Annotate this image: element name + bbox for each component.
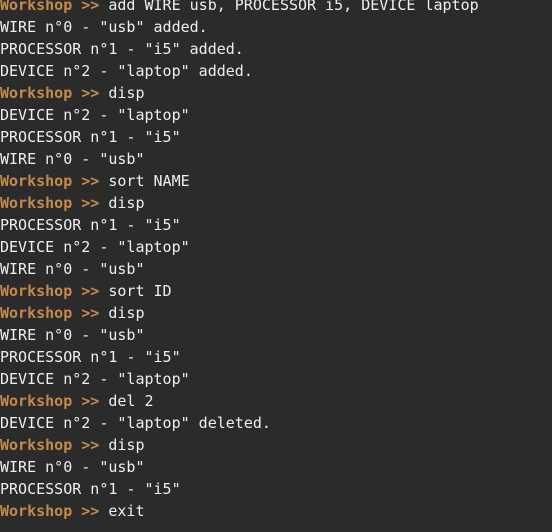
command-line: Workshop >> disp <box>0 434 479 456</box>
output-line: PROCESSOR n°1 - "i5" added. <box>0 38 479 60</box>
output-line: PROCESSOR n°1 - "i5" <box>0 126 479 148</box>
shell-prompt: Workshop >> <box>0 84 109 102</box>
output-text: WIRE n°0 - "usb" <box>0 150 145 168</box>
output-text: PROCESSOR n°1 - "i5" <box>0 480 181 498</box>
command-text: disp <box>108 436 145 454</box>
output-text: WIRE n°0 - "usb" added. <box>0 18 208 36</box>
output-line: WIRE n°0 - "usb" <box>0 324 479 346</box>
command-line: Workshop >> sort ID <box>0 280 479 302</box>
output-text: DEVICE n°2 - "laptop" deleted. <box>0 414 271 432</box>
shell-prompt: Workshop >> <box>0 502 109 520</box>
shell-prompt: Workshop >> <box>0 436 109 454</box>
output-text: WIRE n°0 - "usb" <box>0 458 145 476</box>
output-text: PROCESSOR n°1 - "i5" <box>0 216 181 234</box>
output-line: PROCESSOR n°1 - "i5" <box>0 214 479 236</box>
command-text: exit <box>108 502 145 520</box>
command-line: Workshop >> disp <box>0 82 479 104</box>
output-text: PROCESSOR n°1 - "i5" added. <box>0 40 244 58</box>
command-line: Workshop >> exit <box>0 500 479 522</box>
shell-prompt: Workshop >> <box>0 0 109 14</box>
output-line: DEVICE n°2 - "laptop" <box>0 368 479 390</box>
command-text: sort NAME <box>108 172 190 190</box>
output-line: PROCESSOR n°1 - "i5" <box>0 478 479 500</box>
output-line: DEVICE n°2 - "laptop" <box>0 236 479 258</box>
command-line: Workshop >> del 2 <box>0 390 479 412</box>
output-line: PROCESSOR n°1 - "i5" <box>0 346 479 368</box>
output-text: DEVICE n°2 - "laptop" <box>0 238 190 256</box>
shell-prompt: Workshop >> <box>0 194 109 212</box>
output-text: WIRE n°0 - "usb" <box>0 326 145 344</box>
command-line: Workshop >> add WIRE usb, PROCESSOR i5, … <box>0 0 479 16</box>
command-line: Workshop >> disp <box>0 192 479 214</box>
output-text: DEVICE n°2 - "laptop" <box>0 106 190 124</box>
shell-prompt: Workshop >> <box>0 282 109 300</box>
output-line: DEVICE n°2 - "laptop" deleted. <box>0 412 479 434</box>
output-text: PROCESSOR n°1 - "i5" <box>0 128 181 146</box>
command-text: disp <box>108 84 145 102</box>
output-text: WIRE n°0 - "usb" <box>0 260 145 278</box>
command-text: sort ID <box>108 282 172 300</box>
command-line: Workshop >> disp <box>0 302 479 324</box>
command-line: Workshop >> sort NAME <box>0 170 479 192</box>
command-text: disp <box>108 304 145 322</box>
output-line: WIRE n°0 - "usb" added. <box>0 16 479 38</box>
output-line: WIRE n°0 - "usb" <box>0 148 479 170</box>
output-text: DEVICE n°2 - "laptop" <box>0 370 190 388</box>
shell-prompt: Workshop >> <box>0 172 109 190</box>
command-text: add WIRE usb, PROCESSOR i5, DEVICE lapto… <box>108 0 479 14</box>
command-text: del 2 <box>108 392 154 410</box>
output-text: DEVICE n°2 - "laptop" added. <box>0 62 253 80</box>
terminal-output: Workshop >> add WIRE usb, PROCESSOR i5, … <box>0 0 479 522</box>
terminal-window[interactable]: Workshop >> add WIRE usb, PROCESSOR i5, … <box>0 0 552 532</box>
shell-prompt: Workshop >> <box>0 304 109 322</box>
output-line: WIRE n°0 - "usb" <box>0 258 479 280</box>
output-line: WIRE n°0 - "usb" <box>0 456 479 478</box>
output-line: DEVICE n°2 - "laptop" added. <box>0 60 479 82</box>
output-text: PROCESSOR n°1 - "i5" <box>0 348 181 366</box>
output-line: DEVICE n°2 - "laptop" <box>0 104 479 126</box>
shell-prompt: Workshop >> <box>0 392 109 410</box>
command-text: disp <box>108 194 145 212</box>
